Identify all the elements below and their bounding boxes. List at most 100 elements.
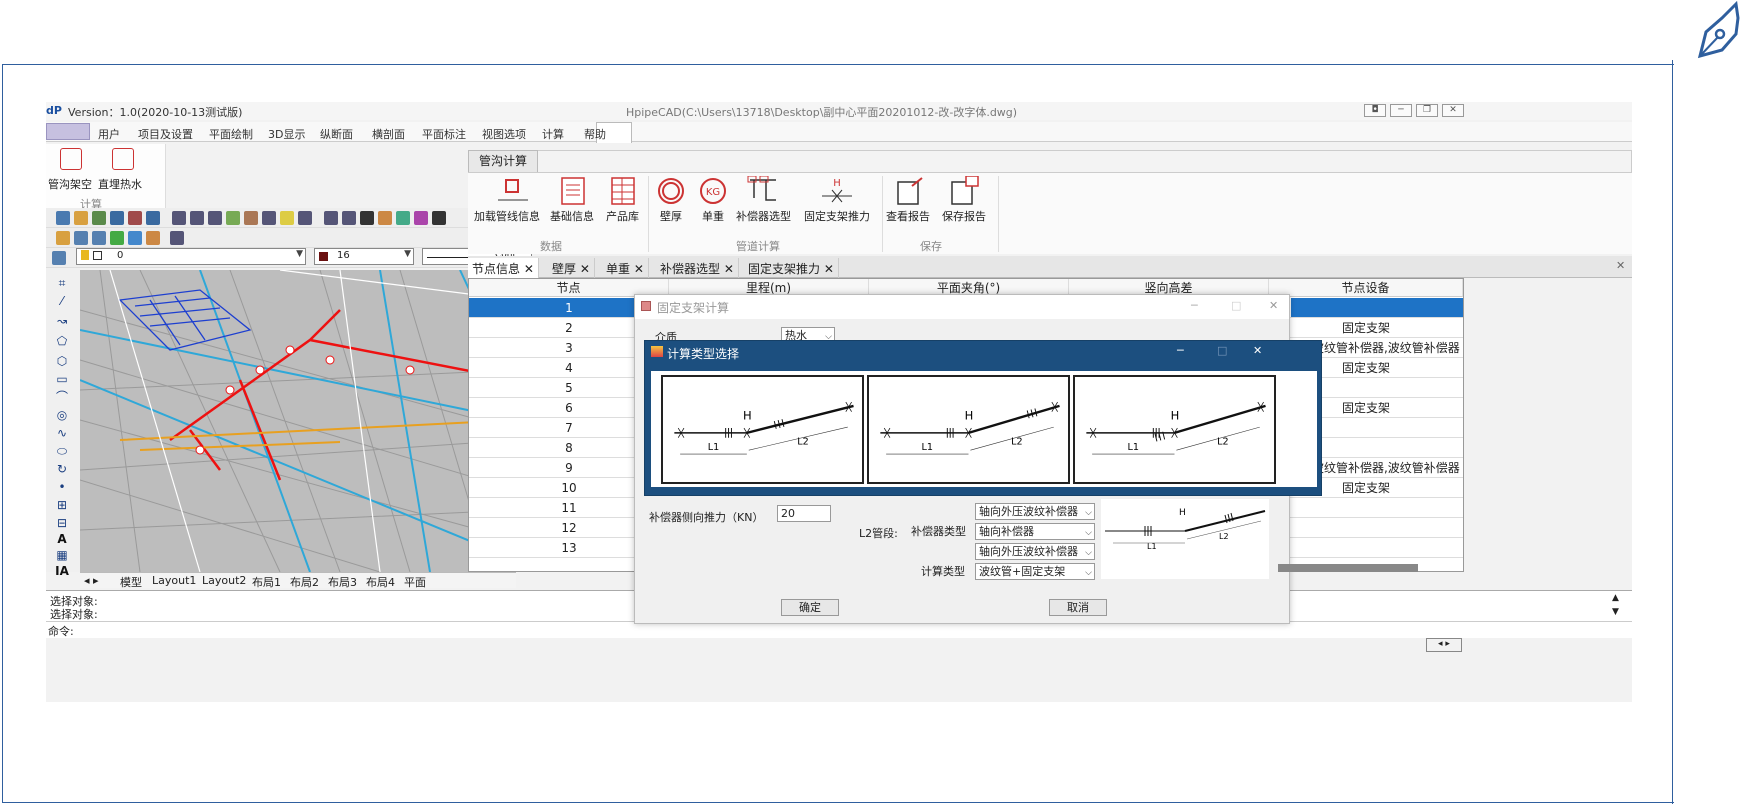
- menu-calc[interactable]: 计算: [542, 126, 564, 142]
- menu-help[interactable]: 帮助: [584, 126, 606, 142]
- tab-wall-thickness[interactable]: 壁厚 ✕: [548, 258, 595, 278]
- color-select[interactable]: 16 ▼: [314, 248, 414, 265]
- layer-manager-icon[interactable]: [52, 251, 66, 265]
- tab-pipe-calc[interactable]: 管沟计算: [468, 150, 538, 172]
- close-icon[interactable]: ✕: [580, 262, 590, 276]
- product-library-button[interactable]: 产品库: [606, 208, 639, 224]
- chat-icon[interactable]: [110, 231, 124, 245]
- compensator-select-button[interactable]: 补偿器选型: [736, 208, 791, 224]
- text-icon[interactable]: A: [54, 532, 70, 546]
- node-device-cell[interactable]: 固定支架: [1269, 318, 1463, 338]
- minimize-button[interactable]: ─: [1390, 104, 1412, 117]
- bookmark-icon[interactable]: [56, 231, 70, 245]
- scroll-arrows[interactable]: ◂ ▸: [1426, 638, 1462, 652]
- measure-icon[interactable]: [244, 211, 258, 225]
- node-device-cell[interactable]: [1269, 498, 1463, 518]
- shape-icon[interactable]: [74, 231, 88, 245]
- layout-tab-5[interactable]: 布局3: [328, 574, 357, 590]
- calc-type-option-2[interactable]: H L1 L2: [867, 375, 1070, 484]
- close-button[interactable]: ✕: [1442, 104, 1464, 117]
- menu-project[interactable]: 项目及设置: [138, 126, 193, 142]
- curve-icon[interactable]: ⌒: [54, 390, 70, 404]
- menu-user[interactable]: 用户: [98, 126, 120, 142]
- node-device-cell[interactable]: [1269, 518, 1463, 538]
- menu-section[interactable]: 横剖面: [372, 126, 405, 142]
- cancel-button[interactable]: 取消: [1049, 599, 1107, 616]
- menu-profile[interactable]: 纵断面: [320, 126, 353, 142]
- scroll-up-icon[interactable]: ▲: [1612, 593, 1619, 603]
- restore-button[interactable]: ❐: [1416, 104, 1438, 117]
- point-icon[interactable]: •: [54, 480, 70, 494]
- mtext-icon[interactable]: IA: [54, 564, 70, 578]
- search-icon[interactable]: [342, 211, 356, 225]
- menu-draw[interactable]: 平面绘制: [209, 126, 253, 142]
- select-icon[interactable]: ⌗: [54, 276, 70, 290]
- close-icon[interactable]: ✕: [1616, 259, 1625, 272]
- tab-scroll-arrows[interactable]: ◂ ▸: [84, 574, 99, 587]
- minimize-icon[interactable]: ─: [1177, 344, 1184, 357]
- column-header[interactable]: 节点设备: [1269, 279, 1463, 297]
- redo-icon[interactable]: [146, 211, 160, 225]
- spline-icon[interactable]: ∿: [54, 426, 70, 440]
- drawing-canvas[interactable]: [80, 270, 516, 572]
- close-icon[interactable]: ✕: [1269, 299, 1278, 312]
- layer-select[interactable]: 0 ▼: [76, 248, 306, 265]
- color-icon[interactable]: [396, 211, 410, 225]
- calc-type-option-1[interactable]: H L1 L2: [661, 375, 864, 484]
- basic-info-button[interactable]: 基础信息: [550, 208, 594, 224]
- menu-annotate[interactable]: 平面标注: [422, 126, 466, 142]
- view-report-button[interactable]: 查看报告: [886, 208, 930, 224]
- ellipse-icon[interactable]: ⬭: [54, 444, 70, 458]
- ok-button[interactable]: 确定: [781, 599, 839, 616]
- close-icon[interactable]: ✕: [1253, 344, 1262, 357]
- circle-icon[interactable]: ◎: [54, 408, 70, 422]
- pencil-icon[interactable]: [378, 211, 392, 225]
- move-icon[interactable]: [360, 211, 374, 225]
- save-icon[interactable]: [92, 211, 106, 225]
- thrust-input[interactable]: 20: [777, 505, 831, 522]
- tab-unit-weight[interactable]: 单重 ✕: [602, 258, 649, 278]
- line-icon[interactable]: ⁄: [54, 294, 70, 308]
- scroll-down-icon[interactable]: ▼: [1612, 607, 1619, 617]
- insert-block-icon[interactable]: ⊞: [54, 498, 70, 512]
- undo-icon[interactable]: [128, 211, 142, 225]
- close-icon[interactable]: ✕: [724, 262, 734, 276]
- wall-thickness-button[interactable]: 壁厚: [660, 208, 682, 224]
- layout-tab-7[interactable]: 平面: [404, 574, 426, 590]
- close-icon[interactable]: ✕: [824, 262, 834, 276]
- layout-tab-6[interactable]: 布局4: [366, 574, 395, 590]
- open-file-icon[interactable]: [74, 211, 88, 225]
- table-icon[interactable]: ▦: [54, 548, 70, 562]
- zoom-in-icon[interactable]: [190, 211, 204, 225]
- trench-overhead-button[interactable]: 管沟架空: [48, 176, 92, 192]
- maximize-icon[interactable]: □: [1217, 344, 1227, 357]
- zoom-out-icon[interactable]: [208, 211, 222, 225]
- polygon-icon[interactable]: ⬠: [54, 334, 70, 348]
- buried-hotwater-button[interactable]: 直埋热水: [98, 176, 142, 192]
- tab-compensator[interactable]: 补偿器选型 ✕: [656, 258, 739, 278]
- pan-icon[interactable]: [226, 211, 240, 225]
- new-file-icon[interactable]: [56, 211, 70, 225]
- menu-view[interactable]: 视图选项: [482, 126, 526, 142]
- gear-icon[interactable]: [128, 231, 142, 245]
- menu-3d[interactable]: 3D显示: [268, 126, 305, 142]
- layout-tab-model[interactable]: 模型: [120, 574, 142, 590]
- calc-type-option-3[interactable]: H L1 L2: [1073, 375, 1276, 484]
- cloud-icon[interactable]: [92, 231, 106, 245]
- find-icon[interactable]: [324, 211, 338, 225]
- layout-tab-3[interactable]: 布局1: [252, 574, 281, 590]
- horizontal-scrollbar[interactable]: [1278, 564, 1418, 572]
- rectangle-icon[interactable]: ▭: [54, 372, 70, 386]
- node-device-cell[interactable]: [1269, 538, 1463, 558]
- pen-icon[interactable]: [146, 231, 160, 245]
- close-icon[interactable]: ✕: [524, 262, 534, 276]
- save-report-button[interactable]: 保存报告: [942, 208, 986, 224]
- print-icon[interactable]: [110, 211, 124, 225]
- app-menu-button[interactable]: [46, 123, 90, 140]
- help-button[interactable]: ◘: [1364, 104, 1386, 117]
- tab-fixed-support[interactable]: 固定支架推力 ✕: [744, 258, 839, 278]
- brush-icon[interactable]: [432, 211, 446, 225]
- layers-icon[interactable]: [414, 211, 428, 225]
- calc-type-select[interactable]: 波纹管+固定支架 ⌵: [975, 563, 1095, 580]
- maximize-icon[interactable]: □: [1231, 299, 1241, 312]
